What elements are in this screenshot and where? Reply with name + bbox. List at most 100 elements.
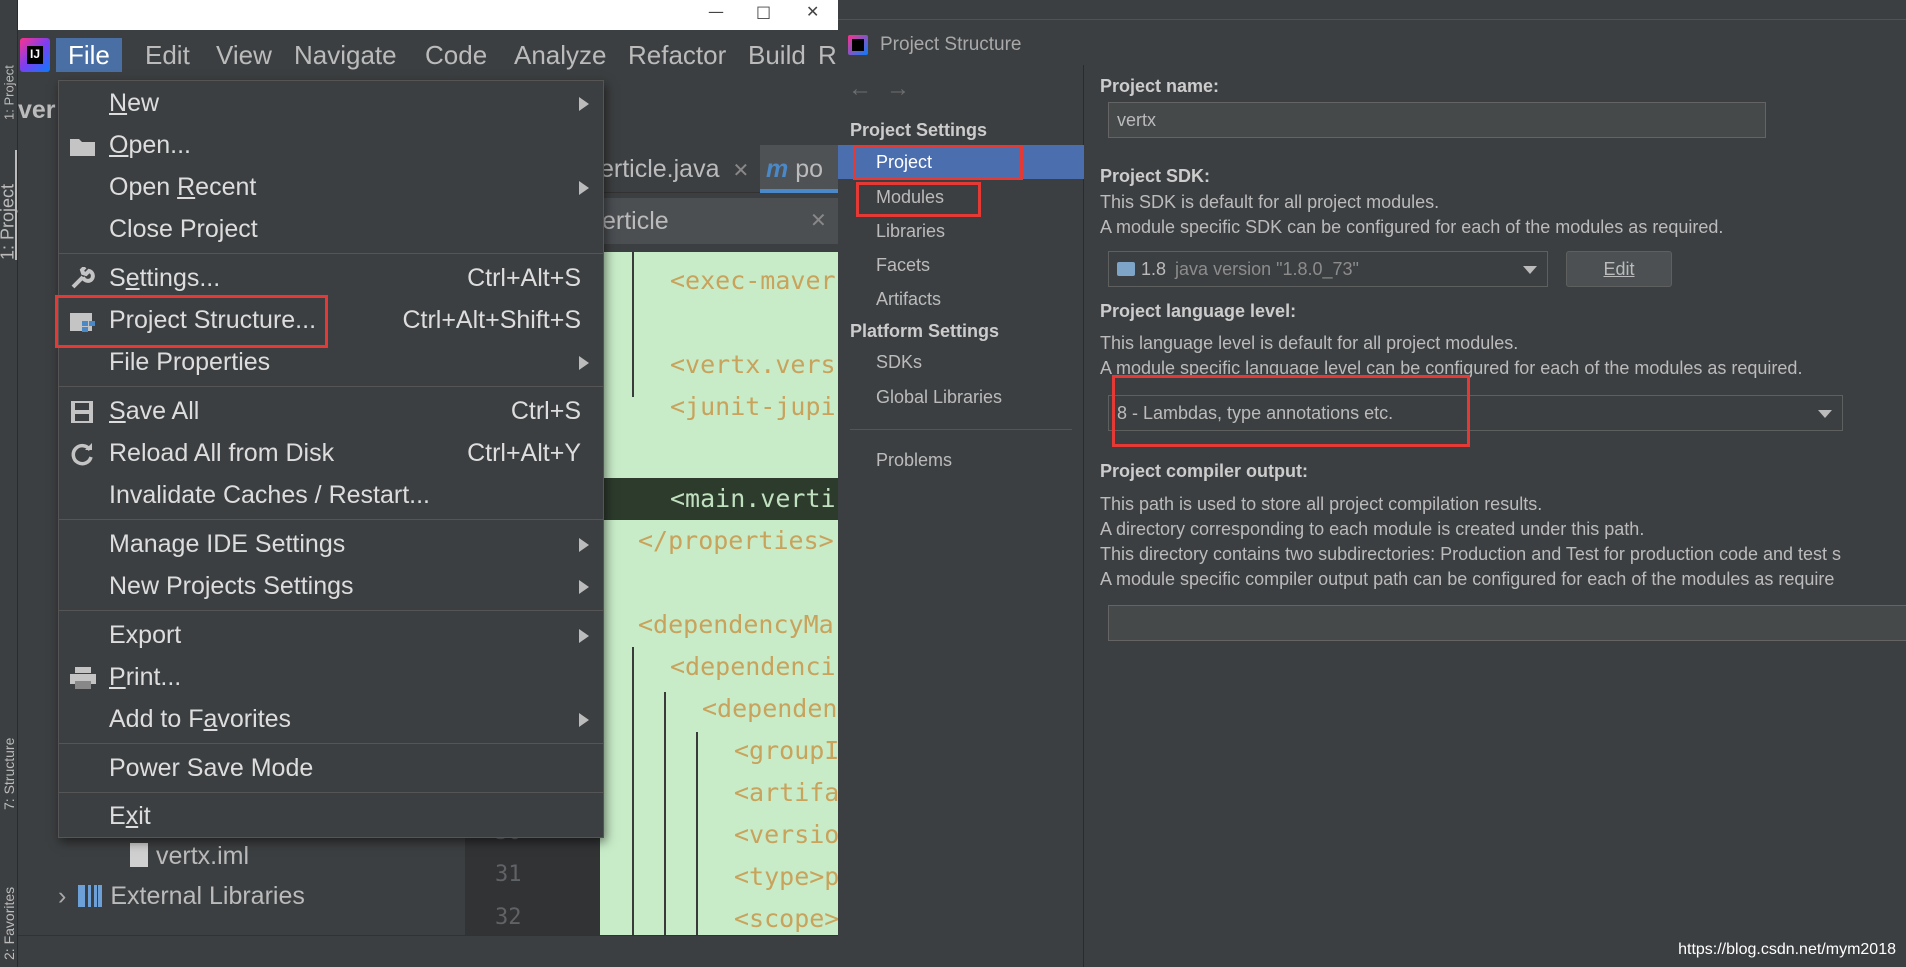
code-line: <scope> — [734, 904, 838, 933]
libraries-icon — [78, 885, 103, 907]
dialog-title: Project Structure — [880, 34, 1022, 55]
project-name-input[interactable] — [1108, 102, 1766, 138]
code-line: <main.verti — [670, 484, 836, 513]
menu-item-close-project[interactable]: Close Project — [59, 210, 603, 250]
code-line: <groupI — [734, 736, 838, 765]
menu-item-export[interactable]: Export — [59, 616, 603, 656]
close-window-icon[interactable]: ✕ — [806, 2, 819, 21]
reload-icon — [69, 442, 97, 466]
code-line: <artifa — [734, 778, 838, 807]
submenu-arrow-icon — [579, 538, 589, 552]
forward-arrow-icon[interactable]: → — [886, 75, 910, 103]
minimize-icon[interactable]: — — [708, 2, 724, 21]
project-view-title: ver — [18, 96, 56, 124]
mnemonic: S — [109, 397, 126, 425]
submenu-arrow-icon — [579, 97, 589, 111]
menu-run[interactable]: R — [818, 38, 837, 72]
sidebar-item-libraries[interactable]: Libraries — [838, 214, 1084, 248]
sidebar-item-problems[interactable]: Problems — [838, 443, 1084, 477]
project-tool-tab[interactable]: 1: Project — [0, 150, 18, 260]
compiler-description-3: This directory contains two subdirectori… — [1100, 544, 1842, 564]
menu-label: S — [109, 264, 126, 292]
submenu-arrow-icon — [579, 580, 589, 594]
sidebar-item-global-libraries[interactable]: Global Libraries — [838, 380, 1084, 414]
favorites-tool-tab[interactable]: 2: Favorites — [1, 850, 17, 960]
tree-item-external-libraries[interactable]: › External Libraries — [58, 882, 305, 911]
editor-tab-verticle[interactable]: erticle.java ✕ — [600, 145, 750, 193]
mnemonic: N — [109, 89, 128, 117]
compiler-description-2: A directory corresponding to each module… — [1100, 519, 1645, 539]
sdk-description-1: This SDK is default for all project modu… — [1100, 192, 1440, 212]
menu-item-reload-all[interactable]: Reload All from Disk Ctrl+Alt+Y — [59, 434, 603, 474]
menu-item-save-all[interactable]: Save All Ctrl+S — [59, 392, 603, 432]
menu-edit[interactable]: Edit — [133, 38, 202, 72]
maximize-icon[interactable]: □ — [756, 2, 771, 21]
editor-tab-label: erticle.java — [600, 155, 720, 183]
menu-label: File Properties — [109, 348, 271, 376]
sdk-edit-button[interactable]: Edit — [1566, 251, 1672, 287]
code-line: <dependencyMa — [638, 610, 834, 639]
menu-label: it — [138, 802, 151, 830]
menu-navigate[interactable]: Navigate — [282, 38, 409, 72]
printer-icon — [69, 666, 97, 690]
indent-guide — [696, 732, 698, 967]
menu-item-exit[interactable]: Exit — [59, 797, 603, 837]
language-level-value: 8 - Lambdas, type annotations etc. — [1117, 403, 1394, 423]
menu-separator — [59, 519, 603, 520]
code-editor[interactable]: <exec-maver <vertx.vers <junit-jupi <mai… — [600, 252, 838, 967]
sdk-description-2: A module specific SDK can be configured … — [1100, 217, 1724, 237]
menu-item-settings[interactable]: Settings... Ctrl+Alt+S — [59, 259, 603, 299]
language-level-dropdown[interactable]: 8 - Lambdas, type annotations etc. — [1108, 395, 1843, 431]
menu-analyze[interactable]: Analyze — [502, 38, 619, 72]
menu-item-new[interactable]: New — [59, 84, 603, 124]
menu-separator — [59, 743, 603, 744]
sidebar-item-artifacts[interactable]: Artifacts — [838, 282, 1084, 316]
menu-item-power-save-mode[interactable]: Power Save Mode — [59, 749, 603, 789]
close-tab-icon[interactable]: ✕ — [732, 160, 749, 182]
menu-item-new-projects-settings[interactable]: New Projects Settings — [59, 567, 603, 607]
compiler-description-1: This path is used to store all project c… — [1100, 494, 1543, 514]
expand-arrow-icon[interactable]: › — [58, 882, 66, 910]
menu-item-manage-ide-settings[interactable]: Manage IDE Settings — [59, 525, 603, 565]
intellij-logo-icon: IJ — [20, 38, 50, 72]
indent-guide — [632, 647, 634, 967]
close-breadcrumb-icon[interactable]: ✕ — [810, 198, 827, 244]
folder-open-icon — [69, 134, 97, 158]
menu-separator — [59, 253, 603, 254]
project-tool-tab-top[interactable]: 1: Project — [1, 60, 17, 120]
menu-view[interactable]: View — [204, 38, 284, 72]
menu-separator — [59, 792, 603, 793]
dialog-sidebar: ← → Project Settings Project Modules Lib… — [838, 65, 1084, 967]
menu-item-print[interactable]: Print... — [59, 658, 603, 698]
menu-refactor[interactable]: Refactor — [616, 38, 738, 72]
editor-tab-pom[interactable]: m po — [760, 145, 838, 193]
structure-tool-tab[interactable]: 7: Structure — [1, 700, 17, 810]
menu-item-project-structure[interactable]: Project Structure... Ctrl+Alt+Shift+S — [59, 301, 603, 341]
menu-shortcut: Ctrl+Alt+S — [467, 264, 581, 292]
project-sdk-dropdown[interactable]: 1.8 java version "1.8.0_73" — [1108, 251, 1548, 287]
menu-item-add-to-favorites[interactable]: Add to Favorites — [59, 700, 603, 740]
menu-file[interactable]: File — [56, 38, 122, 72]
sidebar-item-sdks[interactable]: SDKs — [838, 345, 1084, 379]
language-level-label: Project language level: — [1100, 301, 1297, 321]
back-arrow-icon[interactable]: ← — [848, 75, 872, 103]
sidebar-item-facets[interactable]: Facets — [838, 248, 1084, 282]
menu-code[interactable]: Code — [413, 38, 499, 72]
screenshot-root: 1: Project 1: Project 7: Structure 2: Fa… — [0, 0, 1906, 967]
code-line: <dependen — [702, 694, 838, 723]
compiler-output-input[interactable] — [1108, 605, 1906, 641]
menu-item-invalidate-caches[interactable]: Invalidate Caches / Restart... — [59, 476, 603, 516]
menu-item-open-recent[interactable]: Open Recent — [59, 168, 603, 208]
menu-item-file-properties[interactable]: File Properties — [59, 343, 603, 383]
mnemonic: O — [109, 131, 129, 159]
menu-label: Manage IDE Settings — [109, 530, 346, 558]
tree-item-vertx-iml[interactable]: vertx.iml — [130, 842, 249, 871]
code-line: <exec-maver — [670, 266, 836, 295]
menu-item-open[interactable]: Open... — [59, 126, 603, 166]
intellij-logo-icon — [848, 35, 868, 55]
menu-label: ave All — [125, 397, 200, 425]
button-label: Edit — [1603, 259, 1635, 279]
sidebar-item-project[interactable]: Project — [838, 145, 1084, 179]
sidebar-item-modules[interactable]: Modules — [838, 180, 1084, 214]
menu-build[interactable]: Build — [736, 38, 818, 72]
